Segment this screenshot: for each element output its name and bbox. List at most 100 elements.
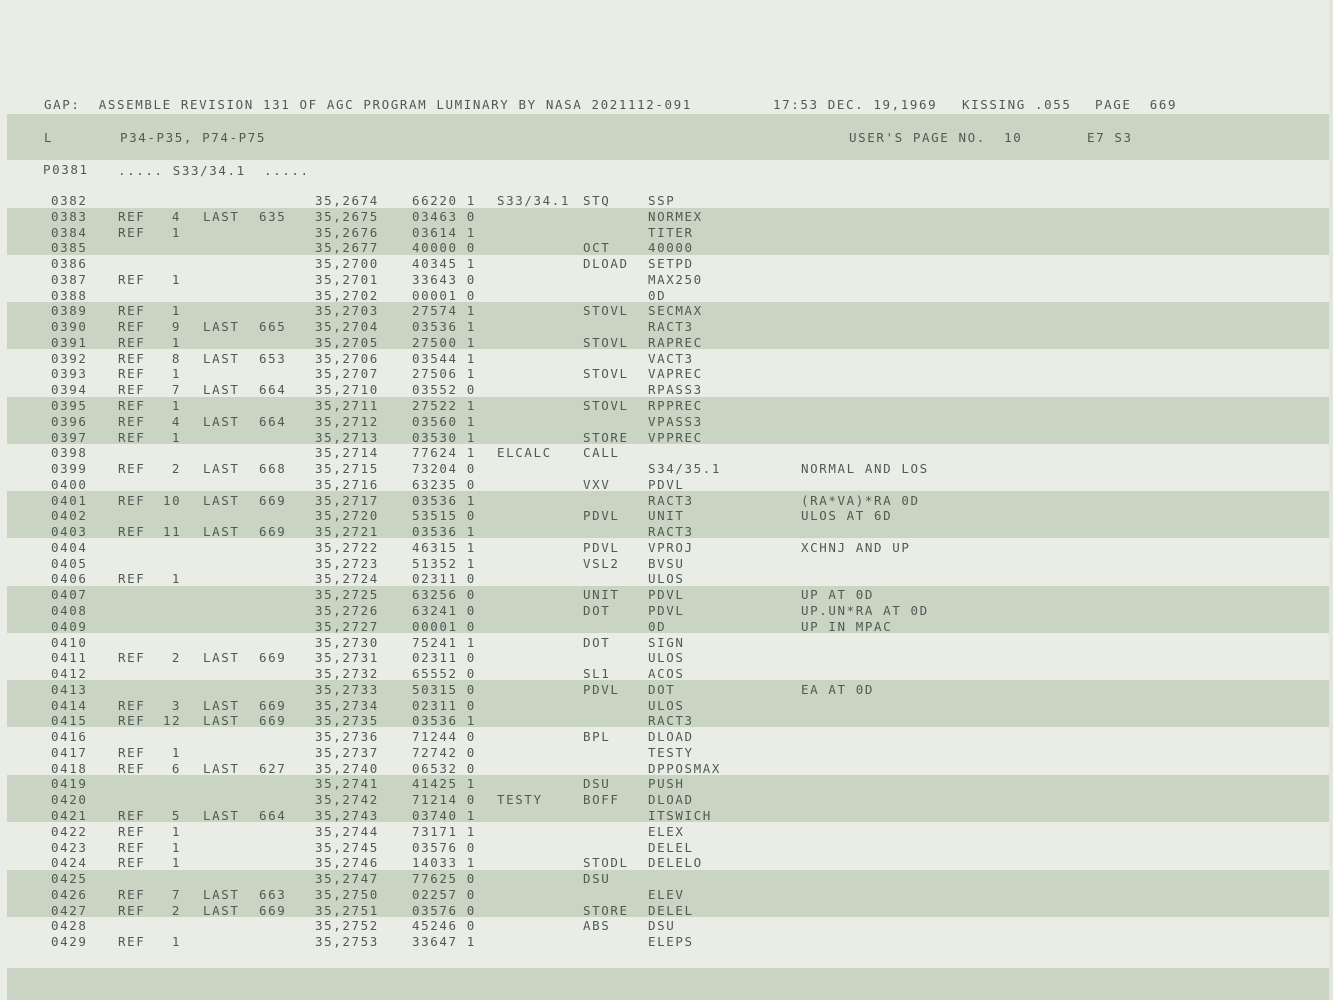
- row-line-number: 0406: [51, 571, 88, 587]
- row-address: 35,2751: [315, 902, 379, 918]
- row-opcode: STQ: [583, 193, 611, 208]
- row-line-number: 0401: [51, 492, 88, 508]
- listing-row: 0396 REF 4 LAST 664 35,2712 03560 1 VPASS3: [0, 414, 1333, 430]
- row-last-page: 669: [259, 492, 287, 508]
- sub-e7: E7 S3: [1087, 130, 1133, 145]
- row-object-code: 73171 1: [412, 823, 476, 839]
- row-address: 35,2746: [315, 855, 379, 871]
- row-object-code: 33643 0: [412, 271, 476, 287]
- row-object-code: 40345 1: [412, 256, 476, 272]
- row-ref-count: 1: [171, 303, 181, 319]
- row-opcode: OCT: [583, 240, 611, 256]
- row-line-number: 0413: [51, 681, 88, 697]
- row-ref-flag: REF: [118, 855, 146, 871]
- row-line-number: 0389: [51, 303, 88, 319]
- row-operand: TESTY: [648, 744, 694, 760]
- row-object-code: 46315 1: [412, 539, 476, 555]
- listing-row: 0408 35,2726 63241 0 DOT PDVL UP.UN*RA AT 0D: [0, 603, 1333, 619]
- row-address: 35,2750: [315, 886, 379, 902]
- row-opcode: BPL: [583, 729, 611, 745]
- listing-row: 0402 35,2720 53515 0 PDVL UNIT ULOS AT 6D: [0, 508, 1333, 524]
- row-operand: RACT3: [648, 524, 694, 540]
- row-operand: UNIT: [648, 508, 685, 524]
- row-address: 35,2700: [315, 256, 379, 272]
- listing-row: 0424 REF 1 35,2746 14033 1 STODL DELELO: [0, 855, 1333, 871]
- listing-row: 0406 REF 1 35,2724 02311 0 ULOS: [0, 571, 1333, 587]
- row-opcode: UNIT: [583, 587, 620, 603]
- row-line-number: 0417: [51, 744, 88, 760]
- row-ref-count: 1: [171, 429, 181, 445]
- row-line-number: 0392: [51, 350, 88, 366]
- row-ref-count: 2: [171, 902, 181, 918]
- row-last-flag: LAST: [203, 524, 240, 540]
- row-address: 35,2701: [315, 271, 379, 287]
- row-operand: PDVL: [648, 587, 685, 603]
- row-operand: DLOAD: [648, 792, 694, 808]
- row-ref-flag: REF: [118, 382, 146, 398]
- row-ref-count: 1: [171, 744, 181, 760]
- row-object-code: 71244 0: [412, 729, 476, 745]
- row-object-code: 75241 1: [412, 634, 476, 650]
- row-ref-flag: REF: [118, 492, 146, 508]
- row-ref-flag: REF: [118, 902, 146, 918]
- listing-row: 0382 35,2674 66220 1 S33/34.1 STQ SSP: [0, 193, 1333, 209]
- row-opcode: DSU: [583, 871, 611, 887]
- row-ref-flag: REF: [118, 398, 146, 413]
- row-ref-flag: REF: [118, 713, 146, 729]
- row-operand: VPROJ: [648, 539, 694, 555]
- row-line-number: 0398: [51, 445, 88, 461]
- listing-row: 0390 REF 9 LAST 665 35,2704 03536 1 RACT3: [0, 319, 1333, 335]
- row-object-code: 03576 0: [412, 839, 476, 855]
- row-ref-flag: REF: [118, 303, 146, 319]
- row-label: S33/34.1: [497, 193, 571, 208]
- listing-row: 0397 REF 1 35,2713 03530 1 STORE VPPREC: [0, 430, 1333, 446]
- row-address: 35,2710: [315, 382, 379, 398]
- row-ref-count: 2: [171, 461, 181, 477]
- row-object-code: 63241 0: [412, 603, 476, 619]
- row-last-flag: LAST: [203, 902, 240, 918]
- row-line-number: 0412: [51, 666, 88, 682]
- row-line-number: 0420: [51, 792, 88, 808]
- row-ref-flag: REF: [118, 334, 146, 350]
- row-line-number: 0419: [51, 776, 88, 792]
- row-operand: ULOS: [648, 697, 685, 713]
- row-operand: RACT3: [648, 713, 694, 729]
- proc-num: P0381: [43, 162, 89, 177]
- row-opcode: SL1: [583, 666, 611, 682]
- row-comment: UP AT 0D: [801, 587, 875, 603]
- row-object-code: 03536 1: [412, 492, 476, 508]
- row-object-code: 03740 1: [412, 808, 476, 824]
- row-ref-flag: REF: [118, 524, 146, 540]
- listing-row: 0427 REF 2 LAST 669 35,2751 03576 0 STORE DELEL: [0, 903, 1333, 919]
- row-address: 35,2711: [315, 398, 379, 413]
- row-line-number: 0403: [51, 524, 88, 540]
- listing-row: 0429 REF 1 35,2753 33647 1 ELEPS: [0, 934, 1333, 950]
- row-address: 35,2722: [315, 539, 379, 555]
- row-last-flag: LAST: [203, 492, 240, 508]
- row-operand: ELEPS: [648, 934, 694, 950]
- row-opcode: STOVL: [583, 334, 629, 350]
- row-address: 35,2707: [315, 366, 379, 382]
- row-operand: NORMEX: [648, 208, 703, 224]
- row-operand: VACT3: [648, 350, 694, 366]
- row-address: 35,2675: [315, 208, 379, 224]
- row-operand: 0D: [648, 287, 667, 303]
- row-ref-count: 7: [171, 886, 181, 902]
- row-last-flag: LAST: [203, 713, 240, 729]
- row-address: 35,2724: [315, 571, 379, 587]
- listing-row: 0420 35,2742 71214 0 TESTY BOFF DLOAD: [0, 792, 1333, 808]
- row-opcode: STORE: [583, 429, 629, 445]
- row-address: 35,2725: [315, 587, 379, 603]
- row-address: 35,2747: [315, 871, 379, 887]
- row-ref-count: 1: [171, 571, 181, 587]
- row-line-number: 0399: [51, 461, 88, 477]
- row-object-code: 77624 1: [412, 445, 476, 461]
- row-opcode: STODL: [583, 855, 629, 871]
- row-line-number: 0383: [51, 208, 88, 224]
- row-operand: ULOS: [648, 650, 685, 666]
- row-object-code: 40000 0: [412, 240, 476, 256]
- row-ref-flag: REF: [118, 839, 146, 855]
- row-address: 35,2677: [315, 240, 379, 256]
- row-address: 35,2752: [315, 918, 379, 934]
- row-line-number: 0402: [51, 508, 88, 524]
